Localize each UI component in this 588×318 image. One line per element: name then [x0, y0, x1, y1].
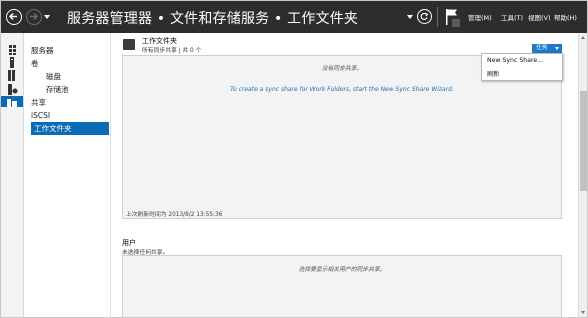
- nav-item-servers[interactable]: 服务器: [31, 44, 109, 57]
- work-folders-icon: [123, 39, 135, 50]
- tasks-dropdown-menu: New Sync Share... 刷新: [481, 53, 563, 81]
- icon-strip: [1, 33, 24, 317]
- all-servers-icon[interactable]: [4, 70, 20, 81]
- page-title: 服务器管理器 • 文件和存储服务 • 工作文件夹: [67, 11, 359, 27]
- scrollbar-thumb[interactable]: [580, 91, 587, 191]
- tasks-label: 任务: [536, 45, 548, 51]
- nav-item-shares[interactable]: 共享: [31, 96, 109, 109]
- file-storage-nav[interactable]: [1, 96, 23, 108]
- file-storage-icon: [7, 99, 17, 108]
- menu-tools[interactable]: 工具(T): [501, 12, 523, 22]
- scroll-up-icon[interactable]: [581, 36, 585, 39]
- refresh-icon: [420, 12, 429, 20]
- chevron-down-icon: [555, 47, 559, 50]
- wizard-hint-link[interactable]: To create a sync share for Work Folders,…: [122, 86, 562, 93]
- header-divider: [437, 7, 438, 27]
- users-empty-message: 选择要显示相关用户的同步共享。: [298, 267, 386, 273]
- menu-item-refresh[interactable]: 刷新: [487, 69, 499, 78]
- back-button[interactable]: [6, 9, 22, 25]
- history-dropdown-icon[interactable]: [44, 15, 50, 19]
- vertical-scrollbar[interactable]: [578, 33, 587, 317]
- tasks-button[interactable]: 任务: [532, 44, 562, 53]
- menu-view[interactable]: 视图(V): [528, 12, 551, 22]
- nav-item-storage-pools[interactable]: 存储池: [46, 83, 124, 96]
- server-manager-window: 服务器管理器 • 文件和存储服务 • 工作文件夹 管理(M) 工具(T) 视图(…: [0, 0, 588, 318]
- back-arrow-icon: [8, 12, 17, 21]
- nav-pane: 服务器 卷 磁盘 存储池 共享 iSCSI 工作文件夹: [24, 33, 111, 317]
- dashboard-icon[interactable]: [4, 44, 20, 55]
- forward-button[interactable]: [26, 9, 42, 25]
- menu-manage[interactable]: 管理(M): [468, 12, 492, 22]
- nav-item-disks[interactable]: 磁盘: [46, 70, 124, 83]
- section-subtitle: 所有同步共享 | 共 0 个: [142, 48, 202, 54]
- forward-arrow-icon: [30, 12, 39, 21]
- menu-help[interactable]: 帮助(H): [554, 12, 577, 22]
- breadcrumb-dropdown-icon[interactable]: [407, 15, 413, 19]
- refresh-button[interactable]: [417, 9, 432, 24]
- menu-item-new-sync-share[interactable]: New Sync Share...: [487, 57, 543, 64]
- nav-item-iscsi[interactable]: iSCSI: [31, 109, 109, 122]
- last-refresh-status: 上次刷新时间为 2013/8/2 13:55:36: [126, 212, 223, 218]
- scroll-down-icon[interactable]: [581, 311, 585, 314]
- notification-badge: [452, 19, 460, 27]
- roles-icon[interactable]: [4, 84, 20, 95]
- nav-item-volumes[interactable]: 卷: [31, 57, 109, 70]
- nav-item-work-folders[interactable]: 工作文件夹: [31, 122, 109, 135]
- local-server-icon[interactable]: [4, 57, 20, 68]
- title-bar: 服务器管理器 • 文件和存储服务 • 工作文件夹 管理(M) 工具(T) 视图(…: [1, 1, 587, 33]
